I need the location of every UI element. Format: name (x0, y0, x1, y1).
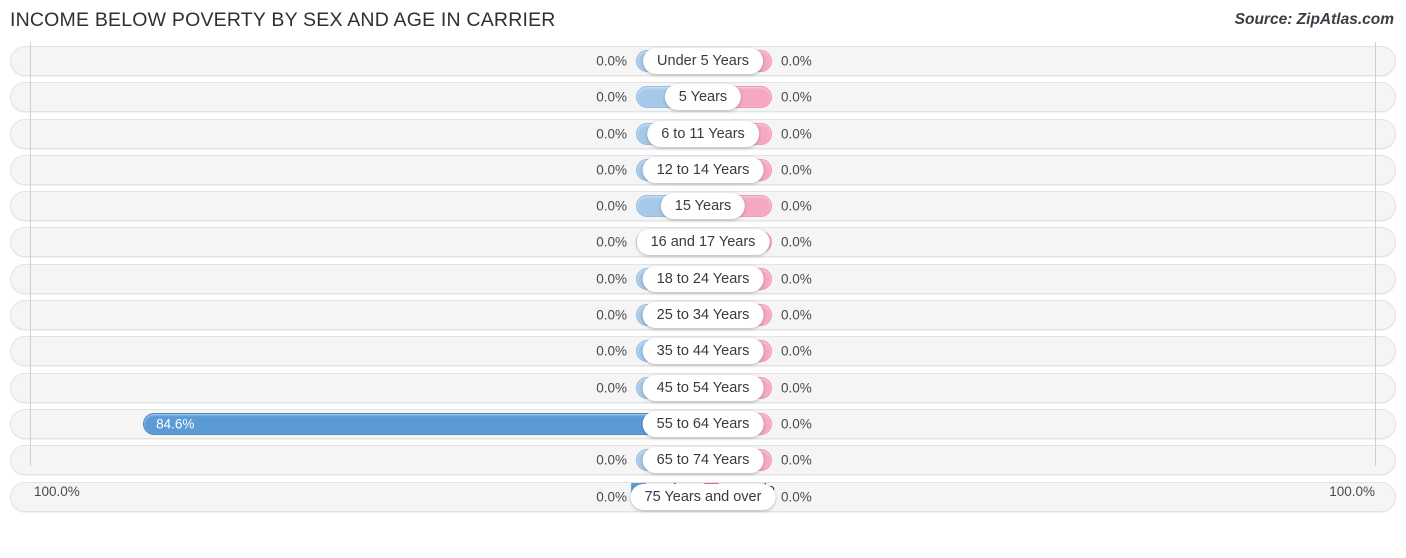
bar-value-label-male: 0.0% (596, 343, 627, 359)
axis-end-label-left: 100.0% (34, 484, 80, 499)
chart-rows: 0.0% 0.0% Under 5 Years 0.0% 0.0% 5 Years 0.0%… (10, 46, 1396, 518)
bar-value-label-male: 0.0% (596, 53, 627, 69)
bar-value-label-male: 0.0% (596, 234, 627, 250)
bar-value-label-female: 0.0% (781, 343, 812, 359)
category-label: 75 Years and over (630, 483, 776, 510)
chart-row-inner: 0.0% 0.0% 12 to 14 Years (11, 156, 1395, 184)
chart-row-inner: 0.0% 0.0% 18 to 24 Years (11, 265, 1395, 293)
bar-value-label-female: 0.0% (781, 162, 812, 178)
bar-value-label-male: 0.0% (596, 452, 627, 468)
bar-value-label-male: 0.0% (596, 271, 627, 287)
chart-row: 0.0% 0.0% 5 Years (10, 82, 1396, 113)
source-attribution: Source: ZipAtlas.com (1234, 11, 1394, 28)
bar-value-label-female: 0.0% (781, 452, 812, 468)
category-label: 55 to 64 Years (642, 410, 764, 437)
chart-row: 0.0% 0.0% Under 5 Years (10, 46, 1396, 76)
chart-plot-area: 0.0% 0.0% Under 5 Years 0.0% 0.0% 5 Years 0.0%… (10, 42, 1396, 512)
category-label: 65 to 74 Years (642, 447, 764, 474)
category-label: 45 to 54 Years (642, 374, 764, 401)
chart-row: 0.0% 0.0% 35 to 44 Years (10, 336, 1396, 367)
chart-row: 84.6% 0.0% 55 to 64 Years (10, 408, 1396, 439)
chart-row-inner: 84.6% 0.0% 55 to 64 Years (11, 410, 1395, 438)
bar-value-label-female: 0.0% (781, 234, 812, 250)
bar-value-label-female: 0.0% (781, 89, 812, 105)
bar-value-label-male: 0.0% (596, 380, 627, 396)
category-label: 35 to 44 Years (642, 338, 764, 365)
page-title: INCOME BELOW POVERTY BY SEX AND AGE IN C… (10, 9, 556, 31)
category-label: 5 Years (664, 84, 742, 111)
bar-value-label-female: 0.0% (781, 380, 812, 396)
chart-row-inner: 0.0% 0.0% 65 to 74 Years (11, 446, 1395, 474)
chart-row-inner: 0.0% 0.0% 25 to 34 Years (11, 301, 1395, 329)
chart-row: 0.0% 0.0% 6 to 11 Years (10, 118, 1396, 149)
chart-row-inner: 0.0% 0.0% Under 5 Years (11, 47, 1395, 75)
chart-row-inner: 0.0% 0.0% 35 to 44 Years (11, 337, 1395, 365)
chart-row-inner: 0.0% 0.0% 6 to 11 Years (11, 120, 1395, 148)
bar-value-label-male: 84.6% (156, 416, 195, 432)
bar-value-label-male: 0.0% (596, 198, 627, 214)
bar-value-label-male: 0.0% (596, 162, 627, 178)
bar-value-label-male: 0.0% (596, 126, 627, 142)
chart-row-inner: 0.0% 0.0% 45 to 54 Years (11, 374, 1395, 402)
bar-value-label-female: 0.0% (781, 126, 812, 142)
axis-end-label-right: 100.0% (1329, 484, 1375, 499)
bar-value-label-female: 0.0% (781, 198, 812, 214)
chart-header: INCOME BELOW POVERTY BY SEX AND AGE IN C… (0, 0, 1406, 42)
chart-row: 0.0% 0.0% 16 and 17 Years (10, 227, 1396, 258)
bar-male: 84.6% (143, 412, 704, 435)
axis-line-right (1375, 42, 1376, 466)
bar-value-label-female: 0.0% (781, 307, 812, 323)
chart-row: 0.0% 0.0% 12 to 14 Years (10, 154, 1396, 185)
axis-line-left (30, 42, 31, 466)
chart-row: 0.0% 0.0% 25 to 34 Years (10, 300, 1396, 331)
chart-row-inner: 0.0% 0.0% 15 Years (11, 192, 1395, 220)
category-label: Under 5 Years (643, 48, 763, 74)
category-label: 16 and 17 Years (636, 229, 770, 256)
chart-row: 0.0% 0.0% 45 to 54 Years (10, 372, 1396, 403)
chart-row: 0.0% 0.0% 65 to 74 Years (10, 445, 1396, 476)
chart-row-inner: 0.0% 0.0% 16 and 17 Years (11, 228, 1395, 256)
chart-row: 0.0% 0.0% 15 Years (10, 191, 1396, 222)
category-label: 25 to 34 Years (642, 302, 764, 329)
bar-value-label-female: 0.0% (781, 271, 812, 287)
bar-value-label-female: 0.0% (781, 53, 812, 69)
category-label: 15 Years (660, 193, 746, 220)
bar-value-label-male: 0.0% (596, 89, 627, 105)
bar-value-label-female: 0.0% (781, 416, 812, 432)
chart-row-inner: 0.0% 0.0% 5 Years (11, 83, 1395, 111)
category-label: 18 to 24 Years (642, 265, 764, 292)
bar-value-label-male: 0.0% (596, 307, 627, 323)
category-label: 12 to 14 Years (642, 156, 764, 183)
category-label: 6 to 11 Years (647, 120, 759, 147)
chart-row: 0.0% 0.0% 18 to 24 Years (10, 263, 1396, 294)
